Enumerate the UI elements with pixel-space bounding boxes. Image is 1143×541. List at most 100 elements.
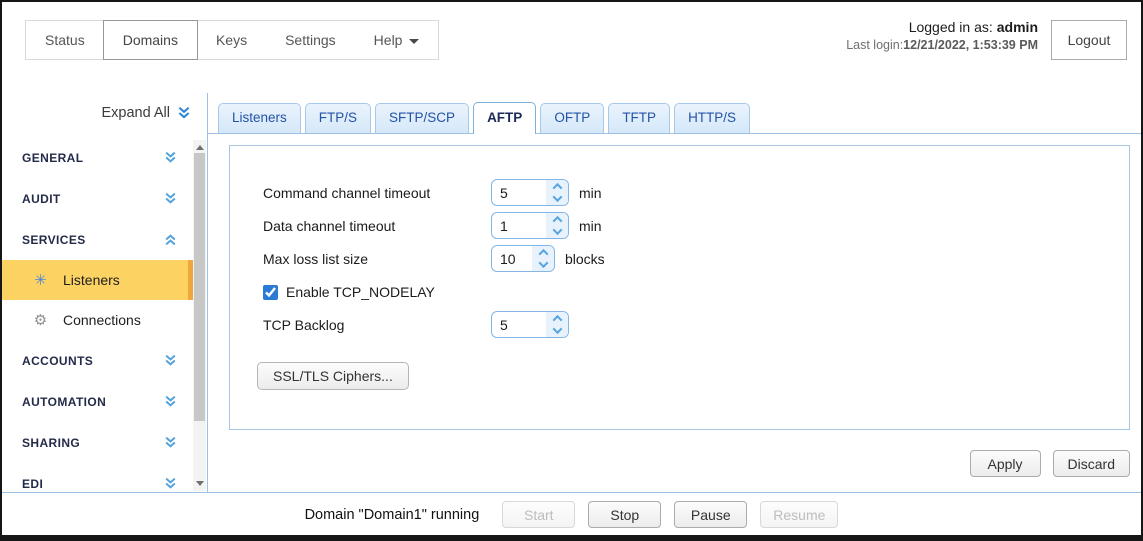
checkbox-label: Enable TCP_NODELAY (286, 284, 435, 300)
scrollbar-thumb[interactable] (194, 153, 205, 421)
last-login-value: 12/21/2022, 1:53:39 PM (903, 37, 1038, 52)
double-chevron-down-icon (164, 436, 177, 449)
data-channel-timeout-stepper (491, 212, 569, 239)
field-label: Command channel timeout (263, 184, 431, 201)
nav-keys-label: Keys (215, 32, 248, 48)
field-unit: min (579, 184, 602, 201)
logged-in-user: admin (996, 19, 1038, 35)
start-button[interactable]: Start (502, 501, 576, 528)
max-loss-list-size-input[interactable] (492, 246, 532, 271)
command-channel-timeout-stepper (491, 179, 569, 206)
app-window: Status Domains Keys Settings Help Logged… (0, 0, 1143, 541)
double-chevron-down-icon (164, 477, 177, 490)
nav-help[interactable]: Help (355, 21, 439, 59)
section-label: GENERAL (22, 150, 84, 165)
pause-button[interactable]: Pause (674, 501, 748, 528)
sidebar-section-audit[interactable]: AUDIT (2, 178, 193, 219)
section-label: ACCOUNTS (22, 353, 94, 368)
spin-column (546, 213, 568, 238)
sidebar-item-label: Listeners (63, 272, 120, 288)
spin-down-button[interactable] (546, 324, 568, 337)
sidebar-scrollbar[interactable] (193, 140, 206, 491)
chevron-down-icon (538, 258, 548, 269)
spin-column (546, 180, 568, 205)
panel-actions: Apply Discard (969, 450, 1130, 477)
section-label: EDI (22, 476, 44, 491)
login-info: Logged in as: admin Last login:12/21/2022… (846, 18, 1038, 54)
field-label: TCP Backlog (263, 316, 345, 333)
tab-listeners[interactable]: Listeners (218, 103, 301, 133)
sidebar-section-automation[interactable]: AUTOMATION (2, 381, 193, 422)
field-data-channel-timeout: Data channel timeout min (263, 209, 1129, 242)
nav-status[interactable]: Status (26, 21, 104, 59)
tcp-backlog-input[interactable] (492, 312, 546, 337)
tab-ftps[interactable]: FTP/S (304, 103, 372, 133)
apply-button[interactable]: Apply (969, 450, 1041, 477)
spin-down-button[interactable] (546, 225, 568, 238)
main-nav: Status Domains Keys Settings Help (25, 20, 440, 60)
double-chevron-down-icon (164, 192, 177, 205)
stop-button[interactable]: Stop (588, 501, 662, 528)
triangle-up-icon (195, 145, 204, 150)
nav-domains[interactable]: Domains (102, 20, 198, 60)
nav-keys[interactable]: Keys (197, 21, 266, 59)
field-label: Max loss list size (263, 250, 369, 267)
double-chevron-down-icon (164, 395, 177, 408)
tab-tftp[interactable]: TFTP (608, 103, 671, 133)
expand-all-label: Expand All (101, 105, 170, 121)
top-bar: Status Domains Keys Settings Help Logged… (2, 2, 1141, 93)
sidebar-section-general[interactable]: GENERAL (2, 137, 193, 178)
chevron-down-icon (552, 192, 562, 203)
spin-down-button[interactable] (532, 258, 554, 271)
section-label: AUDIT (22, 191, 61, 206)
data-channel-timeout-input[interactable] (492, 213, 546, 238)
sidebar-section-sharing[interactable]: SHARING (2, 422, 193, 463)
section-label: SHARING (22, 435, 81, 450)
listeners-icon: ✳ (34, 272, 47, 289)
domain-status-text: Domain "Domain1" running (304, 506, 480, 523)
nav-status-label: Status (45, 32, 85, 48)
tab-https[interactable]: HTTP/S (674, 103, 751, 133)
triangle-down-icon (195, 481, 204, 486)
spin-down-button[interactable] (546, 192, 568, 205)
field-unit: min (579, 217, 602, 234)
sidebar-section-services[interactable]: SERVICES (2, 219, 193, 260)
nav-help-label: Help (373, 32, 403, 48)
sidebar-item-listeners[interactable]: ✳ Listeners (2, 260, 193, 300)
double-chevron-down-icon (164, 151, 177, 164)
gear-icon: ⚙ (33, 312, 48, 329)
command-channel-timeout-input[interactable] (492, 180, 546, 205)
domain-status-bar: Domain "Domain1" running Start Stop Paus… (2, 494, 1141, 535)
sidebar-section-edi[interactable]: EDI (2, 463, 193, 492)
body-row: Expand All GENERAL AUDIT SERVICES ✳ List… (2, 93, 1141, 493)
nav-settings-label: Settings (285, 32, 336, 48)
sidebar-item-connections[interactable]: ⚙ Connections (2, 300, 193, 340)
tab-oftp[interactable]: OFTP (540, 103, 605, 133)
logged-in-label: Logged in as: (908, 19, 993, 35)
section-label: SERVICES (22, 232, 86, 247)
section-label: AUTOMATION (22, 394, 107, 409)
expand-all-link[interactable]: Expand All (101, 105, 191, 121)
spin-column (546, 312, 568, 337)
tcp-backlog-stepper (491, 311, 569, 338)
double-chevron-up-icon (164, 233, 177, 246)
spin-column (532, 246, 554, 271)
discard-button[interactable]: Discard (1052, 450, 1130, 477)
tab-aftp[interactable]: AFTP (473, 102, 537, 134)
resume-button[interactable]: Resume (760, 501, 839, 528)
sidebar-section-accounts[interactable]: ACCOUNTS (2, 340, 193, 381)
nav-domains-label: Domains (122, 32, 178, 48)
field-tcp-backlog: TCP Backlog (263, 308, 1129, 341)
field-command-channel-timeout: Command channel timeout min (263, 176, 1129, 209)
tab-sftpscp[interactable]: SFTP/SCP (375, 103, 470, 133)
logout-button[interactable]: Logout (1051, 20, 1127, 60)
sidebar: Expand All GENERAL AUDIT SERVICES ✳ List… (2, 93, 208, 492)
sidebar-sections: GENERAL AUDIT SERVICES ✳ Listeners ⚙ Con… (2, 137, 193, 492)
scroll-down-arrow[interactable] (193, 476, 206, 491)
nav-settings[interactable]: Settings (266, 21, 355, 59)
ssl-tls-ciphers-button[interactable]: SSL/TLS Ciphers... (257, 362, 409, 390)
tab-strip: Listeners FTP/S SFTP/SCP AFTP OFTP TFTP … (208, 102, 1141, 134)
field-label: Data channel timeout (263, 217, 396, 234)
field-enable-tcp-nodelay: Enable TCP_NODELAY (263, 277, 1129, 307)
tcp-nodelay-checkbox[interactable] (263, 284, 278, 300)
